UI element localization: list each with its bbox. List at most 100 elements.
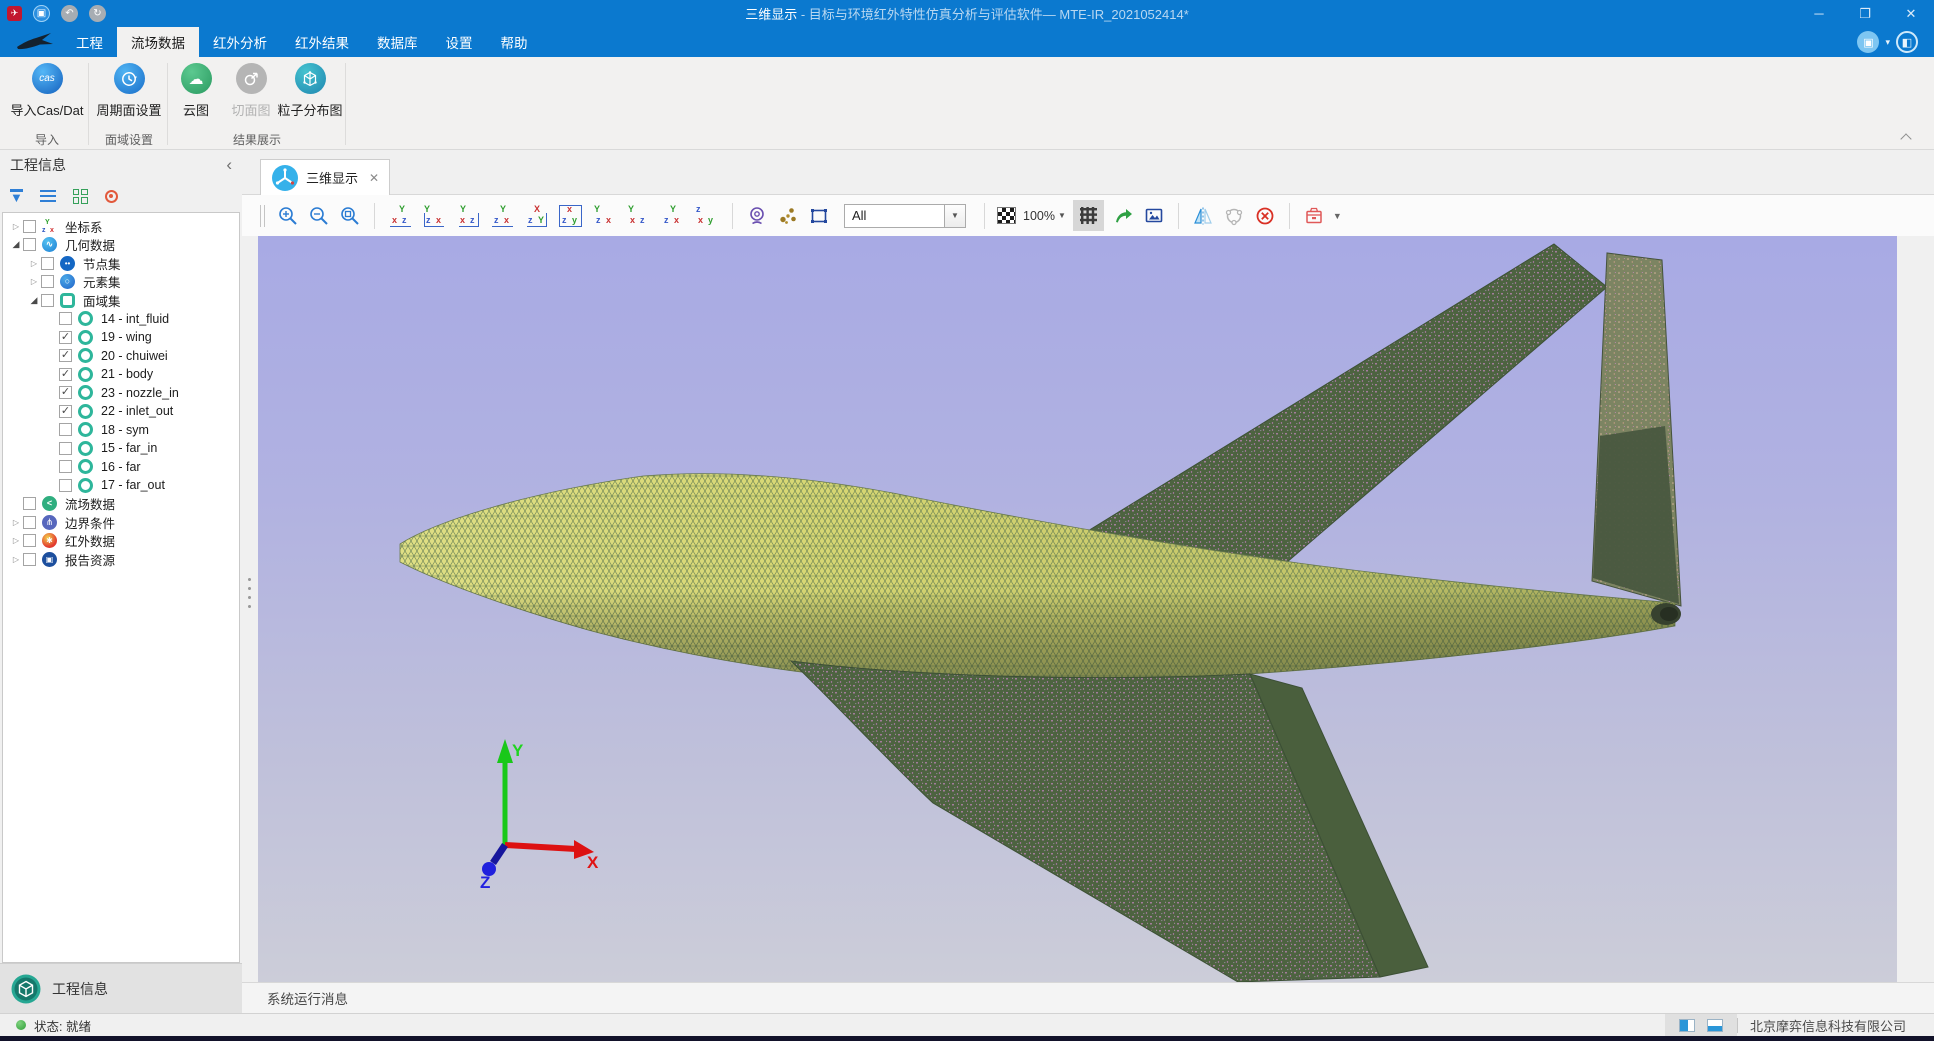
tree-expander-icon[interactable]: ◢ [27,295,41,306]
tree-expander-icon[interactable]: ▷ [9,555,23,564]
snapshot-icon[interactable] [1142,204,1166,228]
view-left-icon[interactable]: XzY [523,204,550,228]
quick-style-icon[interactable]: ▣ [1857,31,1879,53]
undo-icon[interactable]: ↶ [61,5,78,22]
tree-expander-icon[interactable]: ◢ [9,239,23,250]
contour-plot-button[interactable]: ☁ 云图 [170,61,222,119]
tree-checkbox[interactable] [59,312,72,325]
export-arrow-icon[interactable] [1111,204,1135,228]
zoom-level-button[interactable]: 100%▼ [1023,209,1066,223]
tree-expander-icon[interactable]: ▷ [9,518,23,527]
tree-expander-icon[interactable]: ▷ [27,259,41,268]
toolbar-drag-handle[interactable] [260,205,265,227]
view-bottom-icon[interactable]: Yxz [387,204,414,228]
tree-checkbox[interactable]: ✓ [59,331,72,344]
particle-plot-button[interactable]: 粒子分布图 [276,61,344,119]
tree-item[interactable]: 17 - far_out [3,476,239,495]
collapse-list-icon[interactable] [40,190,56,202]
tree-item[interactable]: ✓21 - body [3,365,239,384]
tree-checkbox[interactable] [23,238,36,251]
view-iso-se-icon[interactable]: Yzx [659,204,686,228]
tree-checkbox[interactable] [59,423,72,436]
chevron-down-icon[interactable]: ▼ [1333,211,1342,221]
menu-item[interactable]: 流场数据 [117,27,199,57]
menu-item[interactable]: 红外结果 [281,27,363,57]
ribbon-collapse-icon[interactable] [1900,133,1912,141]
panel-footer-tab[interactable]: 工程信息 [0,963,242,1013]
zoom-in-icon[interactable] [276,204,300,228]
display-filter-select[interactable]: All ▼ [844,204,966,228]
menu-item[interactable]: 帮助 [487,27,542,57]
locate-icon[interactable] [105,190,118,203]
view-right-icon[interactable]: xzy [557,204,584,228]
viewport-3d[interactable]: Y X Z [258,236,1897,982]
zoom-out-icon[interactable] [307,204,331,228]
chevron-down-icon[interactable]: ▼ [944,205,965,227]
tree-checkbox[interactable] [59,442,72,455]
pixel-grid-button[interactable] [1073,200,1104,231]
tree-checkbox[interactable]: ✓ [59,386,72,399]
delete-icon[interactable] [1253,204,1277,228]
pattern-icon[interactable] [997,207,1016,224]
save-icon[interactable]: ▣ [33,5,50,22]
tree-item[interactable]: 流场数据 [3,495,239,514]
splitter-handle[interactable] [247,575,252,609]
tree-checkbox[interactable]: ✓ [59,405,72,418]
point-cloud-icon[interactable] [1222,204,1246,228]
tree-checkbox[interactable] [59,479,72,492]
particles-icon[interactable] [776,204,800,228]
select-box-icon[interactable] [807,204,831,228]
chevron-down-icon[interactable]: ▾ [1885,37,1890,48]
tree-item[interactable]: ▷节点集 [3,254,239,273]
layout-toggle-bottom-icon[interactable] [1707,1019,1723,1032]
tree-checkbox[interactable] [41,294,54,307]
maximize-button[interactable]: ❐ [1842,0,1888,27]
tab-close-icon[interactable]: ✕ [369,171,379,185]
tree-checkbox[interactable]: ✓ [59,349,72,362]
tree-item[interactable]: ✓22 - inlet_out [3,402,239,421]
tree-item[interactable]: 18 - sym [3,421,239,440]
view-top-icon[interactable]: Yzx [421,204,448,228]
minimize-button[interactable]: ─ [1796,0,1842,27]
tree-expander-icon[interactable]: ▷ [27,277,41,286]
menu-item[interactable]: 设置 [432,27,487,57]
view-iso-ne-icon[interactable]: Yzx [591,204,618,228]
view-front-icon[interactable]: Yxz [455,204,482,228]
menu-item[interactable]: 数据库 [363,27,432,57]
tree-checkbox[interactable] [41,257,54,270]
grid-view-icon[interactable] [73,189,88,204]
tree-checkbox[interactable] [59,460,72,473]
theme-toggle-icon[interactable]: ◧ [1896,31,1918,53]
tree-item[interactable]: ✓23 - nozzle_in [3,384,239,403]
menu-item[interactable]: 红外分析 [199,27,281,57]
panel-collapse-icon[interactable]: ‹ [226,158,232,172]
zoom-fit-icon[interactable] [338,204,362,228]
tree-item[interactable]: ▷报告资源 [3,550,239,569]
mirror-icon[interactable] [1191,204,1215,228]
close-button[interactable]: ✕ [1888,0,1934,27]
tree-item[interactable]: ▷红外数据 [3,532,239,551]
layout-toggle-left-icon[interactable] [1679,1019,1695,1032]
periodic-face-button[interactable]: 周期面设置 [94,61,164,119]
import-cas-dat-button[interactable]: cas 导入Cas/Dat [8,61,86,119]
view-back-icon[interactable]: Yzx [489,204,516,228]
menu-item[interactable]: 工程 [62,27,117,57]
tree-item[interactable]: 16 - far [3,458,239,477]
tree-checkbox[interactable] [23,220,36,233]
tree-item[interactable]: 15 - far_in [3,439,239,458]
tree-item[interactable]: ✓19 - wing [3,328,239,347]
filter-icon[interactable]: ▼ [10,189,23,203]
tree-checkbox[interactable]: ✓ [59,368,72,381]
tree-expander-icon[interactable]: ▷ [9,222,23,231]
tree-item[interactable]: ◢几何数据 [3,236,239,255]
redo-icon[interactable]: ↻ [89,5,106,22]
tree-item[interactable]: ▷Yzx坐标系 [3,217,239,236]
tree-checkbox[interactable] [23,497,36,510]
tree-item[interactable]: ▷元素集 [3,273,239,292]
tree-item[interactable]: ◢面域集 [3,291,239,310]
tree-checkbox[interactable] [23,553,36,566]
tree-checkbox[interactable] [23,516,36,529]
view-iso-nw-icon[interactable]: Yxz [625,204,652,228]
save-box-icon[interactable] [1302,204,1326,228]
tree-checkbox[interactable] [23,534,36,547]
